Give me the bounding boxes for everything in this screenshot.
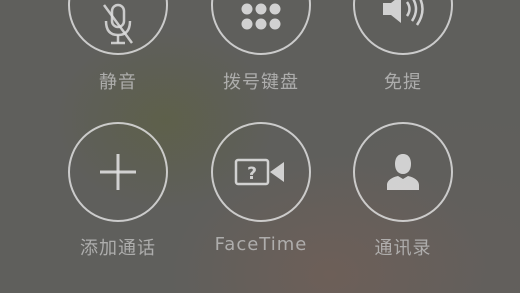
contacts-button-ring[interactable] (353, 122, 453, 222)
add-call-label: 添加通话 (80, 238, 156, 259)
mic-muted-icon (70, 0, 166, 53)
contacts-button[interactable]: 通讯录 (325, 122, 485, 272)
contact-person-icon (355, 124, 451, 220)
facetime-button-ring[interactable]: ? (211, 122, 311, 222)
keypad-label: 拨号键盘 (223, 72, 299, 93)
contacts-label: 通讯录 (374, 238, 432, 259)
keypad-button[interactable]: 拨号键盘 (183, 0, 343, 105)
in-call-screen: 静音 拨号键盘 免提 添加通话 ? FaceTime 通讯录 (0, 0, 520, 293)
mute-button-ring[interactable] (68, 0, 168, 55)
keypad-icon (213, 0, 309, 53)
speaker-button[interactable]: 免提 (325, 0, 485, 105)
facetime-button[interactable]: ? FaceTime (183, 122, 343, 272)
add-call-button-ring[interactable] (68, 122, 168, 222)
facetime-camera-icon: ? (213, 124, 309, 220)
mute-label: 静音 (99, 72, 137, 93)
speaker-icon (355, 0, 451, 53)
add-call-button[interactable]: 添加通话 (40, 122, 200, 272)
mute-button[interactable]: 静音 (40, 0, 200, 105)
speaker-label: 免提 (384, 72, 422, 93)
svg-text:?: ? (247, 164, 257, 184)
plus-icon (70, 124, 166, 220)
facetime-label: FaceTime (214, 234, 308, 255)
keypad-button-ring[interactable] (211, 0, 311, 55)
speaker-button-ring[interactable] (353, 0, 453, 55)
